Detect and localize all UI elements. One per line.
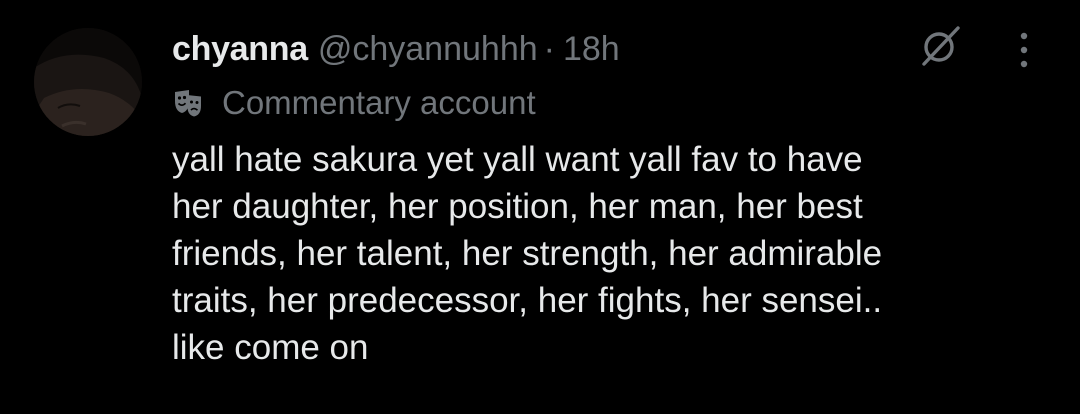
- tweet-content: chyanna @chyannuhhh · 18h Commentary acc…: [172, 22, 1052, 371]
- tweet-text: yall hate sakura yet yall want yall fav …: [172, 136, 1052, 371]
- tweet-text-line: yall hate sakura yet yall want yall fav …: [172, 140, 863, 179]
- account-label-text: Commentary account: [222, 84, 536, 121]
- more-dots-icon[interactable]: [1010, 28, 1038, 72]
- masks-icon: [175, 90, 201, 117]
- avatar[interactable]: [34, 28, 142, 136]
- tweet-text-line: traits, her predecessor, her fights, her…: [172, 281, 883, 320]
- avatar-photo: [34, 28, 142, 136]
- grok-icon[interactable]: [916, 22, 964, 70]
- author-handle[interactable]: @chyannuhhh: [318, 22, 538, 76]
- author-display-name[interactable]: chyanna: [172, 22, 308, 76]
- account-label[interactable]: Commentary account: [172, 78, 1052, 128]
- tweet[interactable]: chyanna @chyannuhhh · 18h Commentary acc…: [0, 0, 1080, 414]
- tweet-text-line: her daughter, her position, her man, her…: [172, 187, 863, 226]
- tweet-text-line: friends, her talent, her strength, her a…: [172, 234, 883, 273]
- header-separator: ·: [543, 30, 555, 68]
- tweet-timestamp[interactable]: 18h: [563, 22, 620, 76]
- tweet-text-line: like come on: [172, 328, 369, 367]
